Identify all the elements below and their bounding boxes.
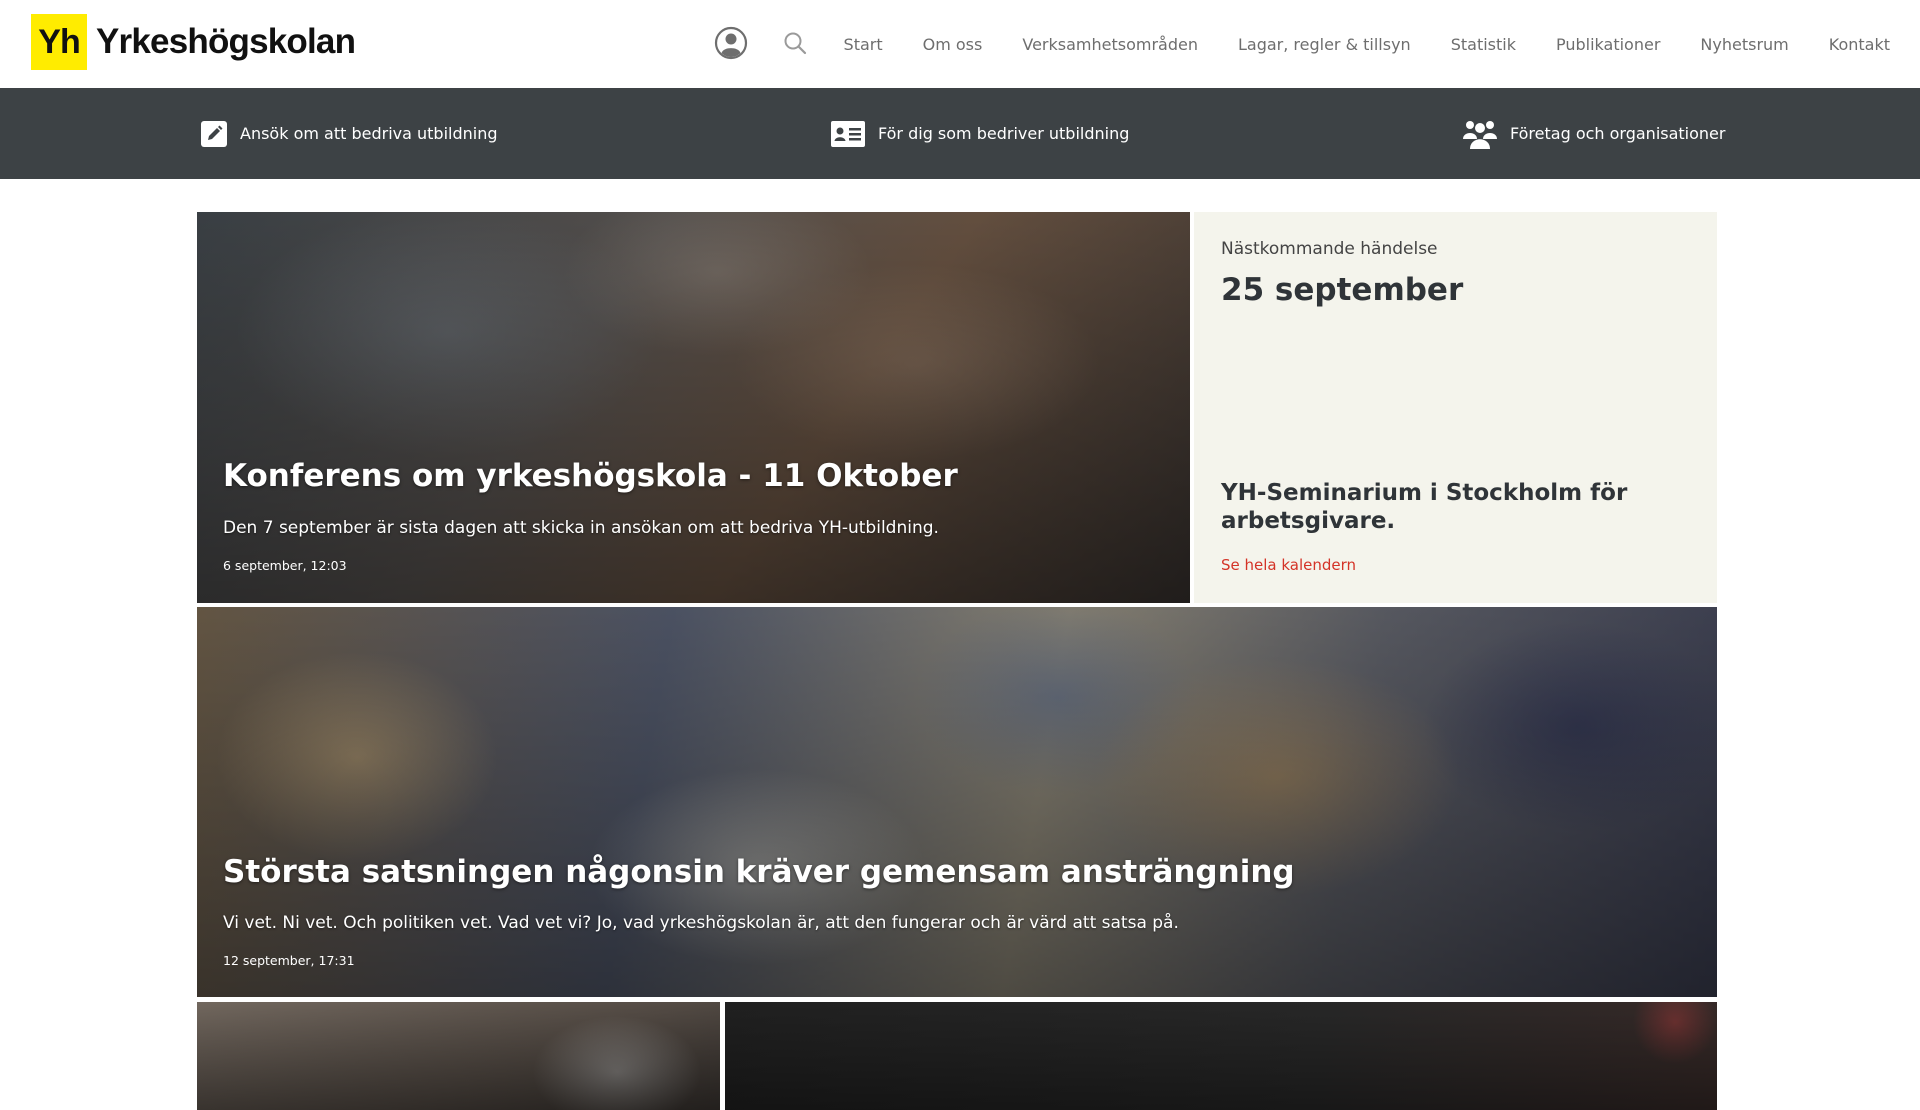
audience-nav: Ansök om att bedriva utbildning För dig …	[0, 88, 1920, 179]
image-overlay	[197, 212, 1190, 603]
pencil-icon	[200, 120, 228, 148]
event-label: Nästkommande händelse	[1221, 239, 1438, 259]
event-date: 25 september	[1221, 272, 1464, 308]
subnav-item-label: Företag och organisationer	[1510, 124, 1726, 143]
nav-item-statistik[interactable]: Statistik	[1451, 35, 1516, 54]
nav-item-nyhetsrum[interactable]: Nyhetsrum	[1700, 35, 1788, 54]
article-description: Vi vet. Ni vet. Och politiken vet. Vad v…	[223, 913, 1179, 933]
image-overlay	[725, 1002, 1717, 1110]
site-header: Yh Yrkeshögskolan Start Om oss Verksamhe…	[0, 0, 1920, 88]
main-nav: Start Om oss Verksamhetsområden Lagar, r…	[804, 0, 1890, 88]
featured-article-conference[interactable]: Konferens om yrkeshögskola - 11 Oktober …	[197, 212, 1190, 603]
group-icon	[1462, 118, 1498, 150]
user-icon[interactable]	[714, 26, 748, 60]
article-title[interactable]: Konferens om yrkeshögskola - 11 Oktober	[223, 458, 958, 494]
event-title[interactable]: YH-Seminarium i Stockholm för arbetsgiva…	[1221, 479, 1681, 535]
id-card-icon	[830, 120, 866, 148]
article-description: Den 7 september är sista dagen att skick…	[223, 518, 939, 538]
logo-text: Yrkeshögskolan	[96, 22, 356, 61]
logo-mark: Yh	[31, 14, 87, 70]
image-overlay	[197, 1002, 720, 1110]
site-logo[interactable]: Yh Yrkeshögskolan	[31, 14, 356, 70]
image-overlay	[197, 607, 1717, 997]
subnav-item-ansok[interactable]: Ansök om att bedriva utbildning	[200, 88, 498, 179]
article-title[interactable]: Största satsningen någonsin kräver gemen…	[223, 854, 1295, 890]
article-card-partial[interactable]	[197, 1002, 720, 1110]
subnav-item-bedriver[interactable]: För dig som bedriver utbildning	[830, 88, 1129, 179]
nav-item-publikationer[interactable]: Publikationer	[1556, 35, 1660, 54]
nav-item-kontakt[interactable]: Kontakt	[1829, 35, 1890, 54]
featured-article-investment[interactable]: Största satsningen någonsin kräver gemen…	[197, 607, 1717, 997]
article-card-partial[interactable]	[725, 1002, 1717, 1110]
subnav-item-label: För dig som bedriver utbildning	[878, 124, 1130, 143]
calendar-link[interactable]: Se hela kalendern	[1221, 556, 1356, 574]
subnav-item-label: Ansök om att bedriva utbildning	[240, 124, 498, 143]
article-date: 12 september, 17:31	[223, 953, 355, 968]
nav-item-start[interactable]: Start	[844, 35, 883, 54]
next-event-panel: Nästkommande händelse 25 september YH-Se…	[1194, 212, 1717, 603]
subnav-item-foretag[interactable]: Företag och organisationer	[1462, 88, 1725, 179]
nav-item-om-oss[interactable]: Om oss	[923, 35, 983, 54]
nav-item-lagar-regler-tillsyn[interactable]: Lagar, regler & tillsyn	[1238, 35, 1411, 54]
nav-item-verksamhetsomraden[interactable]: Verksamhetsområden	[1022, 35, 1198, 54]
article-date: 6 september, 12:03	[223, 558, 347, 573]
